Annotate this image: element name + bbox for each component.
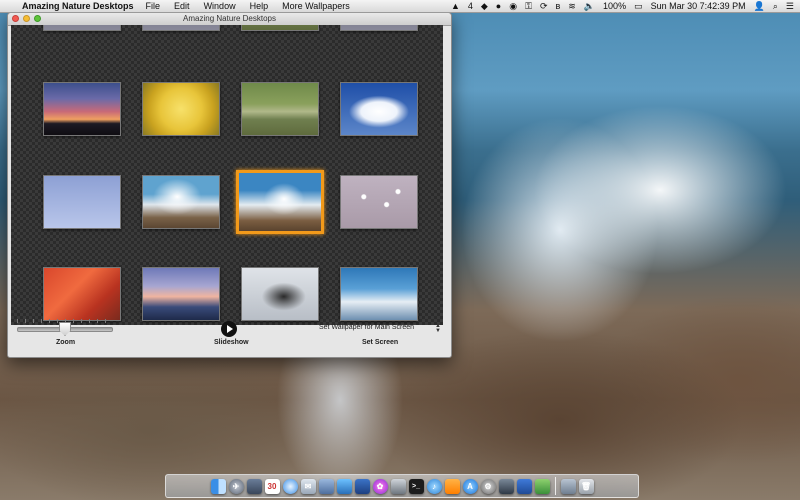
menu-more-wallpapers[interactable]: More Wallpapers <box>282 1 350 11</box>
screen-selector[interactable]: Set Wallpaper for Main Screen <box>319 324 414 331</box>
itunes-icon[interactable]: ♪ <box>426 478 442 494</box>
trash-icon[interactable]: 🗑 <box>578 478 594 494</box>
dock-separator <box>554 477 556 495</box>
mission-control-icon[interactable] <box>246 478 262 494</box>
menu-help[interactable]: Help <box>250 1 269 11</box>
camera-icon[interactable] <box>390 478 406 494</box>
downloads-icon[interactable] <box>560 478 576 494</box>
calendar-icon[interactable]: 30 <box>264 478 280 494</box>
mail-icon[interactable]: ✉ <box>300 478 316 494</box>
thumbnail-partial[interactable] <box>340 25 418 31</box>
battery-percent[interactable]: 100% <box>603 1 626 11</box>
clock[interactable]: Sun Mar 30 7:42:39 PM <box>651 1 746 11</box>
thumbnail-wave-on-rocks[interactable] <box>236 170 324 234</box>
chevron-up-down-icon[interactable]: ▲ ▼ <box>435 323 441 334</box>
zoom-button[interactable] <box>34 15 41 22</box>
thumbnail-gallery[interactable] <box>11 25 443 325</box>
battery-icon[interactable]: ▭ <box>634 1 643 12</box>
eye-icon[interactable]: ◉ <box>509 1 517 12</box>
notification-center-icon[interactable]: ☰ <box>786 1 794 12</box>
thumbnail-partial[interactable] <box>241 25 319 31</box>
terminal-icon[interactable]: >_ <box>408 478 424 494</box>
thumbnail-wave-splash[interactable] <box>142 175 220 229</box>
window-controls <box>12 15 41 22</box>
thumbnail-water-drops[interactable] <box>340 175 418 229</box>
dropbox-icon[interactable]: ◆ <box>481 1 488 12</box>
menu-app-name[interactable]: Amazing Nature Desktops <box>22 1 134 11</box>
window-title: Amazing Nature Desktops <box>183 14 276 23</box>
adobe-icon[interactable]: ▲ <box>451 1 460 11</box>
notification-count[interactable]: 4 <box>468 1 473 11</box>
photos-icon[interactable] <box>336 478 352 494</box>
key-icon[interactable]: ⚿ <box>525 1 532 12</box>
finder-icon[interactable] <box>210 478 226 494</box>
evernote-icon[interactable]: ● <box>496 1 501 11</box>
app-window: Amazing Nature Desktops Zoom Slideshow S… <box>7 12 452 358</box>
bluetooth-icon[interactable]: ʙ <box>556 1 561 11</box>
thumbnail-surfer[interactable] <box>340 267 418 321</box>
system-preferences-icon[interactable]: ⚙ <box>480 478 496 494</box>
play-icon <box>227 325 233 333</box>
thumbnail-partial[interactable] <box>142 25 220 31</box>
zoom-slider-knob[interactable] <box>59 322 71 336</box>
thumbnail-sunset[interactable] <box>43 82 121 136</box>
flower-icon[interactable]: ✿ <box>372 478 388 494</box>
app-store-icon[interactable]: A <box>462 478 478 494</box>
safari-icon[interactable] <box>282 478 298 494</box>
activity-monitor-icon[interactable] <box>498 478 514 494</box>
keynote-icon[interactable] <box>516 478 532 494</box>
user-icon[interactable]: 👤 <box>754 1 765 12</box>
thumbnail-alligator[interactable] <box>241 82 319 136</box>
wifi-icon[interactable]: ≋ <box>568 1 576 12</box>
set-screen-label: Set Screen <box>362 339 399 346</box>
time-machine-icon[interactable]: ⟳ <box>540 1 548 12</box>
zoom-label: Zoom <box>56 339 76 346</box>
volume-icon[interactable]: 🔈 <box>584 1 595 12</box>
thumbnail-partial[interactable] <box>43 25 121 31</box>
spotlight-search-icon[interactable]: ⌕ <box>773 1 778 12</box>
ibooks-icon[interactable] <box>444 478 460 494</box>
menu-edit[interactable]: Edit <box>174 1 190 11</box>
thumbnail-clouds[interactable] <box>340 82 418 136</box>
maps-icon[interactable] <box>534 478 550 494</box>
launchpad-icon[interactable]: ✈ <box>228 478 244 494</box>
menu-tray: ▲ 4 ◆ ● ◉ ⚿ ⟳ ʙ ≋ 🔈 100% ▭ Sun Mar 30 7:… <box>451 1 800 12</box>
menu-window[interactable]: Window <box>204 1 236 11</box>
slideshow-label: Slideshow <box>214 339 249 346</box>
minimize-button[interactable] <box>23 15 30 22</box>
thumbnail-birds-flying[interactable] <box>43 175 121 229</box>
slideshow-button[interactable] <box>221 321 237 337</box>
menu-bar: Amazing Nature Desktops File Edit Window… <box>0 0 800 13</box>
thumbnail-eagle[interactable] <box>241 267 319 321</box>
dock: ✈ 30 ✉ ✿ >_ ♪ A ⚙ 🗑 <box>165 474 639 498</box>
menu-file[interactable]: File <box>146 1 161 11</box>
close-button[interactable] <box>12 15 19 22</box>
thumbnail-yellow-rose[interactable] <box>142 82 220 136</box>
thumbnail-dusk-sky[interactable] <box>142 267 220 321</box>
notes-icon[interactable] <box>354 478 370 494</box>
preview-icon[interactable] <box>318 478 334 494</box>
thumbnail-red-leaves[interactable] <box>43 267 121 321</box>
